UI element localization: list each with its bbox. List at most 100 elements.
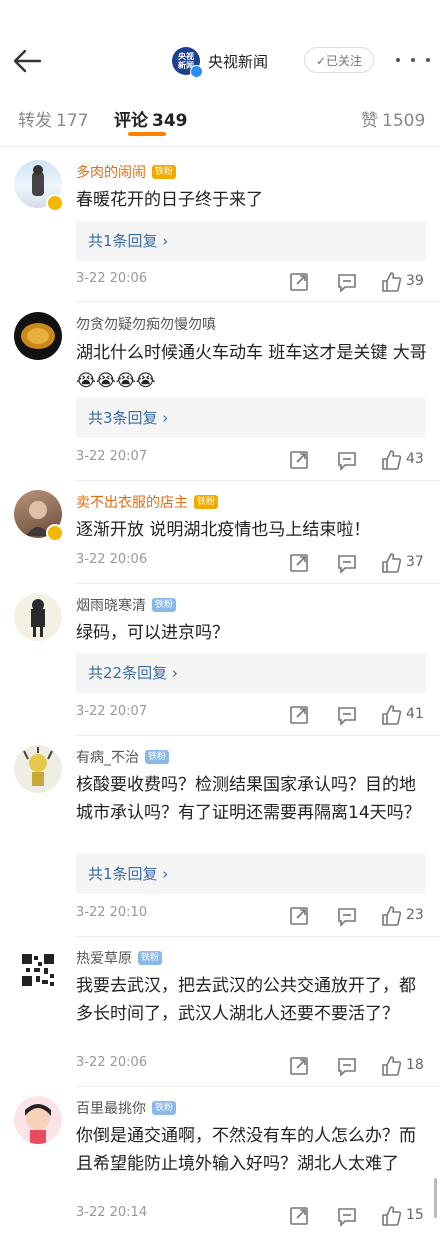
username-text: 有病_不治	[76, 750, 139, 766]
comment-meta: 3-22 20:06 18	[76, 1055, 428, 1077]
comment-icon[interactable]	[336, 1055, 358, 1077]
comment-username[interactable]: 多肉的闹闹 铁粉	[76, 162, 177, 182]
like-icon[interactable]	[380, 905, 402, 927]
divider	[76, 583, 440, 584]
comment-icon[interactable]	[336, 704, 358, 726]
like-icon[interactable]	[380, 1055, 402, 1077]
comment-time: 3-22 20:07	[76, 449, 148, 464]
comment-text: 绿码，可以进京吗？	[76, 623, 229, 643]
fan-badge: 铁粉	[194, 495, 219, 509]
username-text: 百里最挑你	[76, 1101, 146, 1117]
divider	[76, 936, 440, 937]
comment-time: 3-22 20:14	[76, 1205, 148, 1220]
tab-likes[interactable]: 赞 1509	[361, 106, 425, 131]
comment-username[interactable]: 卖不出衣服的店主 铁粉	[76, 492, 219, 512]
like-count: 37	[406, 554, 424, 570]
comment-time: 3-22 20:10	[76, 905, 148, 920]
tab-comments[interactable]: 评论 349	[114, 106, 188, 131]
avatar[interactable]	[14, 1096, 62, 1144]
comment-username[interactable]: 勿贪勿疑勿痴勿慢勿嗔	[76, 314, 216, 334]
comment-time: 3-22 20:06	[76, 1055, 148, 1070]
share-icon[interactable]	[288, 1205, 310, 1227]
like-count: 39	[406, 273, 424, 289]
tab-label: 转发	[18, 111, 52, 131]
like-count: 18	[406, 1057, 424, 1073]
like-count: 23	[406, 907, 424, 923]
comment-username[interactable]: 百里最挑你 铁粉	[76, 1098, 177, 1118]
avatar[interactable]	[14, 946, 62, 994]
share-icon[interactable]	[288, 1055, 310, 1077]
share-icon[interactable]	[288, 449, 310, 471]
more-options-icon[interactable]	[396, 46, 430, 74]
tab-count: 349	[152, 111, 188, 131]
comment-text: 我要去武汉，把去武汉的公共交通放开了，都多长时间了，武汉人湖北人还要不要活了？	[76, 976, 416, 1024]
share-icon[interactable]	[288, 271, 310, 293]
vip-badge-icon	[46, 194, 64, 212]
like-icon[interactable]	[380, 1205, 402, 1227]
account-name: 央视新闻	[208, 52, 269, 71]
avatar[interactable]	[14, 745, 62, 793]
verified-icon	[190, 65, 203, 78]
like-count: 15	[406, 1207, 424, 1223]
fan-badge: 铁粉	[138, 951, 163, 965]
comment-icon[interactable]	[336, 1205, 358, 1227]
tab-count: 177	[56, 111, 89, 131]
tab-count: 1509	[382, 111, 426, 131]
comment-icon[interactable]	[336, 449, 358, 471]
share-icon[interactable]	[288, 704, 310, 726]
username-text: 烟雨晓寒清	[76, 598, 146, 614]
vip-badge-icon	[46, 524, 64, 542]
fan-badge: 铁粉	[152, 165, 177, 179]
username-text: 热爱草原	[76, 951, 132, 967]
comment-time: 3-22 20:06	[76, 271, 148, 286]
like-count: 41	[406, 706, 424, 722]
comment-time: 3-22 20:06	[76, 552, 148, 567]
avatar[interactable]	[14, 312, 62, 360]
comment-meta: 3-22 20:10 23	[76, 905, 428, 927]
comment-text: 湖北什么时候通火车动车 班车这才是关键 大哥😭😭😭😭	[76, 343, 427, 391]
fan-badge: 铁粉	[152, 1101, 177, 1115]
comment-icon[interactable]	[336, 552, 358, 574]
tab-bar: 转发 177 评论 349 赞 1509	[0, 96, 440, 147]
tab-label: 赞	[361, 111, 378, 131]
like-count: 43	[406, 451, 424, 467]
comment-meta: 3-22 20:07 41	[76, 704, 428, 726]
avatar[interactable]	[14, 593, 62, 641]
comment-username[interactable]: 烟雨晓寒清 铁粉	[76, 595, 177, 615]
share-icon[interactable]	[288, 552, 310, 574]
comment-icon[interactable]	[336, 271, 358, 293]
tab-label: 评论	[114, 111, 148, 131]
share-icon[interactable]	[288, 905, 310, 927]
replies-link[interactable]: 共3条回复 ›	[76, 398, 426, 438]
followed-button[interactable]: ✓已关注	[304, 47, 374, 73]
back-arrow-icon[interactable]	[10, 44, 46, 78]
username-text: 卖不出衣服的店主	[76, 495, 188, 511]
comment-meta: 3-22 20:14 15	[76, 1205, 428, 1227]
fan-badge: 铁粉	[152, 598, 177, 612]
like-icon[interactable]	[380, 449, 402, 471]
like-icon[interactable]	[380, 552, 402, 574]
like-icon[interactable]	[380, 704, 402, 726]
comment-text: 核酸要收费吗？检测结果国家承认吗？目的地城市承认吗？有了证明还需要再隔离14天吗…	[76, 775, 421, 823]
like-icon[interactable]	[380, 271, 402, 293]
divider	[76, 1086, 440, 1087]
scrollbar-thumb[interactable]	[434, 1178, 437, 1218]
username-text: 多肉的闹闹	[76, 165, 146, 181]
top-nav-bar: 央视 新闻 央视新闻 ✓已关注	[0, 0, 440, 92]
account-header[interactable]: 央视 新闻 央视新闻	[172, 46, 269, 78]
username-text: 勿贪勿疑勿痴勿慢勿嗔	[76, 317, 216, 333]
replies-link[interactable]: 共1条回复 ›	[76, 221, 426, 261]
replies-link[interactable]: 共22条回复 ›	[76, 653, 426, 693]
comment-username[interactable]: 有病_不治 铁粉	[76, 747, 170, 767]
active-tab-indicator	[128, 132, 166, 136]
comment-username[interactable]: 热爱草原 铁粉	[76, 948, 163, 968]
fan-badge: 铁粉	[145, 750, 170, 764]
tab-reposts[interactable]: 转发 177	[18, 106, 88, 131]
replies-link[interactable]: 共1条回复 ›	[76, 854, 426, 894]
divider	[76, 480, 440, 481]
comment-text: 春暖花开的日子终于来了	[76, 190, 263, 210]
comment-meta: 3-22 20:07 43	[76, 449, 428, 471]
comment-text: 你倒是通交通啊，不然没有车的人怎么办？而且希望能防止境外输入好吗？湖北人太难了	[76, 1126, 416, 1174]
comment-icon[interactable]	[336, 905, 358, 927]
comment-meta: 3-22 20:06 39	[76, 271, 428, 293]
